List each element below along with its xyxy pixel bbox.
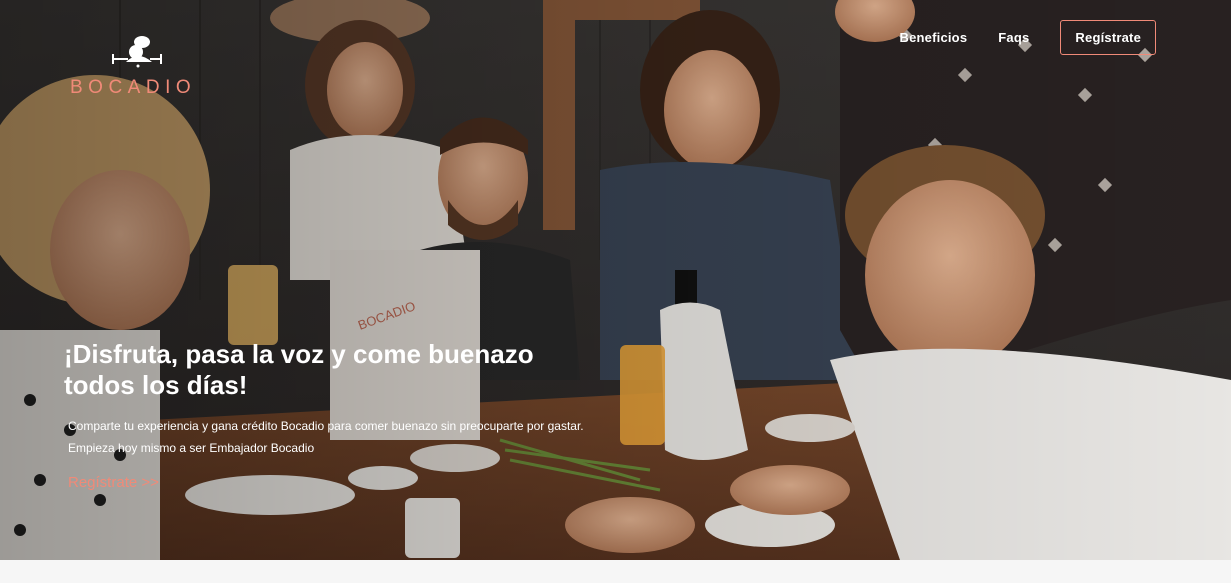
nav-link-beneficios[interactable]: Beneficios [900,30,968,45]
hero-subtext-line1: Comparte tu experiencia y gana crédito B… [68,419,584,433]
hero-register-link[interactable]: Regístrate >> [68,474,159,491]
brand-logo[interactable]: BOCADIO [66,34,216,98]
top-nav: Beneficios Faqs Regístrate [900,20,1156,55]
brand-wordmark: BOCADIO [70,77,197,98]
hero-headline-line2: todos los días! [64,370,248,400]
register-button[interactable]: Regístrate [1060,20,1156,55]
hero-headline-line1: ¡Disfruta, pasa la voz y come buenazo [64,339,534,369]
hero-subtext-line2: Empieza hoy mismo a ser Embajador Bocadi… [68,441,315,455]
hero-section: BOCADIO Beneficios Faqs Regístrate ¡Disf… [0,0,1231,560]
hero-subtext: Comparte tu experiencia y gana crédito B… [68,415,668,459]
chef-with-utensils-icon [112,36,162,68]
nav-link-faqs[interactable]: Faqs [998,30,1029,45]
section-divider [0,560,1231,583]
hero-headline: ¡Disfruta, pasa la voz y come buenazo to… [64,339,624,401]
